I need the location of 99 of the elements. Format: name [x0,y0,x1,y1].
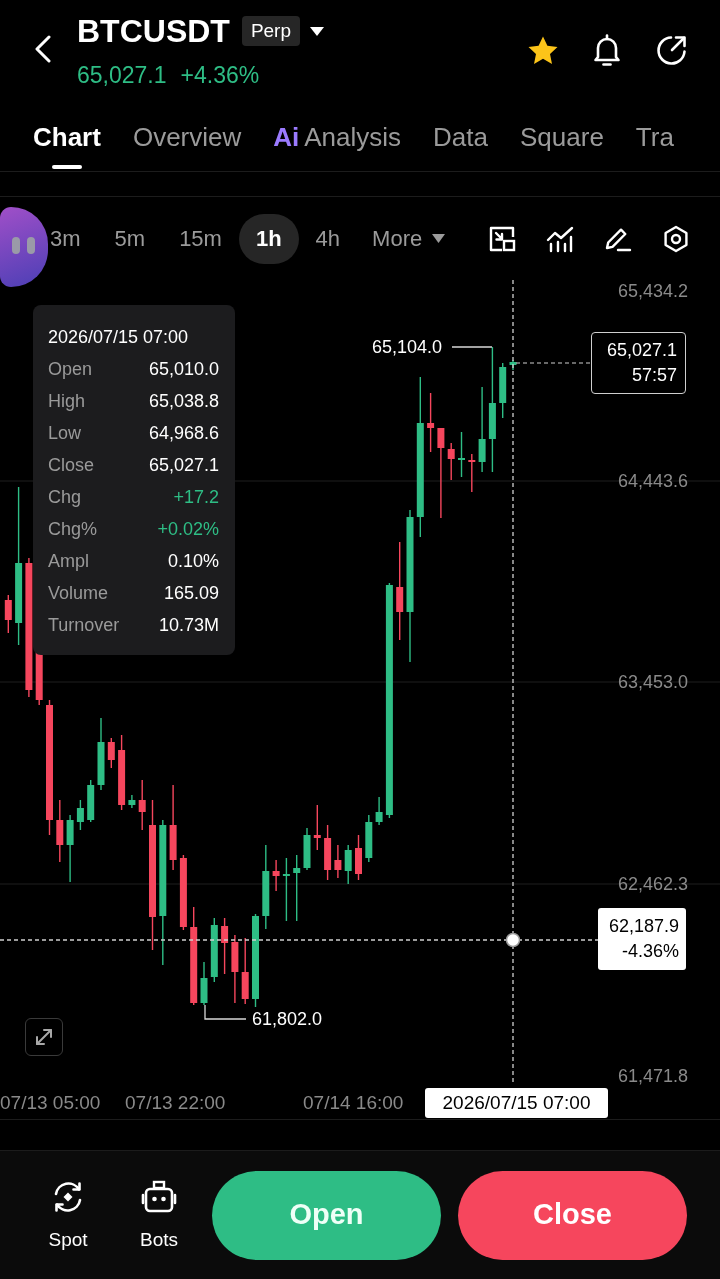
candlestick [334,844,342,879]
tooltip-value: 165.09 [163,581,219,605]
crosshair-change: -4.36% [620,940,679,963]
candlestick [56,799,64,863]
timeframe-tab[interactable]: 1h [238,213,299,264]
candlestick [293,854,301,922]
candlestick [458,431,465,478]
candlestick [4,594,12,634]
candlestick [241,937,249,1005]
candlestick [76,799,84,831]
candlestick [128,794,136,809]
candlestick [66,814,74,883]
tooltip-value: 10.73M [158,613,219,637]
tooltip-label: Ampl [48,549,89,573]
crosshair-dot-icon[interactable] [505,932,521,948]
tooltip-label: Close [48,453,95,477]
crosshair-price: 62,187.9 [607,915,679,938]
bell-icon[interactable] [591,33,623,67]
candlestick [313,804,321,851]
spot-button[interactable]: Spot [37,1179,99,1251]
close-button[interactable]: Close [458,1170,687,1260]
candlestick [272,859,280,892]
time-axis-label: 07/14 16:00 [303,1092,404,1114]
candlestick [447,442,455,481]
tab[interactable]: Overview [132,105,242,169]
tooltip-label: Open [48,357,93,381]
price-axis-label: 64,443.6 [617,470,688,492]
tooltip-value: 0.10% [167,549,219,573]
time-axis-label: 07/13 22:00 [125,1092,226,1114]
tooltip-value: +17.2 [173,485,219,509]
candlestick [509,359,517,371]
tooltip-value: 64,968.6 [148,421,219,445]
tooltip-label: Volume [48,581,109,605]
timeframe-tab[interactable]: 3m [50,213,98,264]
candlestick [324,824,332,881]
floating-bubble-icon[interactable] [0,207,48,287]
price-axis-label: 61,471.8 [617,1065,688,1087]
back-icon[interactable] [35,35,51,63]
circular-arrow-icon[interactable] [655,33,688,67]
high-price-label: 65,104.0 [372,336,443,358]
candlestick [344,844,352,885]
candlestick [355,834,362,881]
candlestick [499,362,507,419]
ai-logo: Ai [273,122,300,152]
tab[interactable]: Data [433,105,488,169]
tooltip-label: Chg [48,485,82,509]
tooltip-label: Low [48,421,82,445]
tooltip-time: 2026/07/15 07:00 [48,325,189,349]
caret-down-icon[interactable] [310,26,324,36]
timeframe-tab[interactable]: 15m [162,213,239,264]
price-axis-label: 62,462.3 [617,873,688,895]
candlestick [231,934,239,1004]
bots-button[interactable]: Bots [128,1179,190,1251]
contract-type-tag: Perp [241,16,300,46]
tooltip-value: +0.02% [157,517,219,541]
robot-icon [141,1179,177,1215]
low-price-label: 61,802.0 [252,1008,323,1030]
last-price-value: 65,027.1 [605,339,677,362]
last-price: 65,027.1 [77,62,167,88]
candlestick [221,917,229,975]
candlestick [210,917,218,983]
time-axis-label: 07/13 05:00 [0,1092,101,1114]
tooltip-label: High [48,389,86,413]
candlestick [365,814,373,863]
candlestick [303,827,311,871]
candlestick [87,779,95,823]
countdown-timer: 57:57 [630,364,677,387]
tooltip-value: 65,010.0 [148,357,219,381]
tab[interactable]: Tra [635,105,674,169]
price-axis-label: 65,434.2 [617,280,688,302]
tooltip-label: Chg% [48,517,98,541]
high-leader-line [451,346,493,348]
candlestick [200,961,208,1006]
caret-down-icon [432,234,446,243]
low-leader-line [204,1004,247,1020]
crosshair-time-label: 2026/07/15 07:00 [425,1088,608,1118]
candlestick [427,392,435,453]
fullscreen-button[interactable] [25,1018,63,1056]
candlestick [468,453,476,493]
timeframe-tab[interactable]: 5m [97,213,163,264]
price-change: +4.36% [180,62,260,88]
candlestick [282,857,290,922]
timeframe-tab[interactable]: 4h [298,213,358,264]
tooltip-value: 65,027.1 [148,453,219,477]
symbol-title: BTCUSDT [77,12,230,50]
candlestick [107,737,115,769]
tab[interactable]: Ai Analysis [273,105,402,169]
expand-icon [35,1028,53,1046]
tooltip-label: Turnover [48,613,120,637]
settings-icon[interactable] [662,224,690,253]
candlestick [138,779,146,831]
candlestick [375,796,383,826]
tab[interactable]: Square [520,105,604,169]
picture-in-picture-icon[interactable] [488,224,516,253]
price-axis-label: 63,453.0 [617,671,688,693]
line-and-bars-icon[interactable] [546,224,574,253]
tooltip-value: 65,038.8 [148,389,219,413]
more-dropdown[interactable]: More [357,213,456,264]
tab[interactable]: Chart [33,105,101,169]
